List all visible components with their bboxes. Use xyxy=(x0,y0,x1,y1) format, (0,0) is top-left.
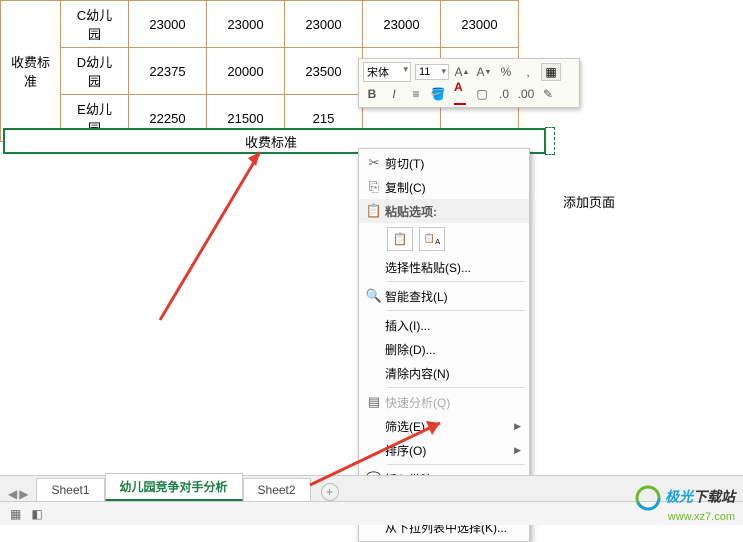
increase-decimal-icon[interactable]: .00 xyxy=(517,85,535,103)
add-page-label[interactable]: 添加页面 xyxy=(563,192,615,211)
chevron-right-icon: ▶ xyxy=(514,421,521,432)
sheet-tabs-bar: ◀ ▶ Sheet1 幼儿园竞争对手分析 Sheet2 + xyxy=(0,475,743,501)
menu-copy[interactable]: ⎘ 复制(C) xyxy=(359,175,529,199)
cell[interactable]: 22375 xyxy=(129,48,207,95)
quick-analysis-icon: ▤ xyxy=(363,393,385,411)
menu-sort[interactable]: 排序(O) ▶ xyxy=(359,438,529,462)
copy-icon: ⎘ xyxy=(363,178,385,196)
cell[interactable]: 23000 xyxy=(363,1,441,48)
format-brush-icon[interactable]: ✎ xyxy=(539,85,557,103)
menu-clear-contents[interactable]: 清除内容(N) xyxy=(359,361,529,385)
paste-options-row: 📋 📋A xyxy=(359,223,529,255)
paste-option-all[interactable]: 📋 xyxy=(387,227,413,251)
menu-paste-special[interactable]: 选择性粘贴(S)... xyxy=(359,255,529,279)
selected-cell-text: 收费标准 xyxy=(245,132,297,151)
sheet-tab-sheet1[interactable]: Sheet1 xyxy=(36,478,104,501)
paste-option-values[interactable]: 📋A xyxy=(419,227,445,251)
logo-icon xyxy=(635,485,661,511)
format-painter-icon[interactable]: ▦ xyxy=(541,63,561,81)
align-icon[interactable]: ≡ xyxy=(407,85,425,103)
status-icon: ▦ xyxy=(10,507,21,521)
marching-ants xyxy=(545,127,555,155)
italic-button[interactable]: I xyxy=(385,85,403,103)
tab-scroll-controls[interactable]: ◀ ▶ xyxy=(0,487,36,501)
fill-color-icon[interactable]: 🪣 xyxy=(429,85,447,103)
chevron-right-icon[interactable]: ▶ xyxy=(19,487,28,501)
annotation-arrow xyxy=(140,140,290,330)
row-name[interactable]: C幼儿园 xyxy=(61,1,129,48)
sheet-tab-sheet2[interactable]: Sheet2 xyxy=(243,478,311,501)
font-color-icon[interactable]: A xyxy=(451,85,469,103)
cell[interactable]: 23500 xyxy=(285,48,363,95)
menu-smart-lookup[interactable]: 🔍 智能查找(L) xyxy=(359,284,529,308)
clipboard-icon: 📋 xyxy=(363,202,385,220)
borders-icon[interactable]: ▢ xyxy=(473,85,491,103)
menu-delete[interactable]: 删除(D)... xyxy=(359,337,529,361)
font-family-select[interactable]: 宋体 xyxy=(363,62,411,82)
chevron-right-icon: ▶ xyxy=(514,445,521,456)
menu-insert[interactable]: 插入(I)... xyxy=(359,313,529,337)
font-size-select[interactable]: 11 xyxy=(415,64,449,80)
menu-separator xyxy=(387,464,525,465)
menu-paste-options-header: 📋 粘贴选项: xyxy=(359,199,529,223)
cell[interactable]: 23000 xyxy=(129,1,207,48)
menu-separator xyxy=(387,281,525,282)
bold-button[interactable]: B xyxy=(363,85,381,103)
cell[interactable]: 20000 xyxy=(207,48,285,95)
cell[interactable]: 23000 xyxy=(441,1,519,48)
status-bar: ▦ ◧ xyxy=(0,501,743,525)
mini-toolbar: 宋体 11 A▲ A▼ % , ▦ B I ≡ 🪣 A ▢ .0 .00 ✎ xyxy=(358,58,580,108)
search-icon: 🔍 xyxy=(363,287,385,305)
comma-style-icon[interactable]: , xyxy=(519,63,537,81)
add-sheet-button[interactable]: + xyxy=(321,483,339,501)
percent-button[interactable]: % xyxy=(497,63,515,81)
decrease-decimal-icon[interactable]: .0 xyxy=(495,85,513,103)
row-group-header[interactable]: 收费标准 xyxy=(1,1,61,142)
decrease-font-icon[interactable]: A▼ xyxy=(475,63,493,81)
menu-cut[interactable]: ✂ 剪切(T) xyxy=(359,151,529,175)
watermark: 极光下载站 www.xz7.com xyxy=(635,485,735,523)
cell[interactable]: 23000 xyxy=(285,1,363,48)
cell[interactable]: 23000 xyxy=(207,1,285,48)
sheet-tab-active[interactable]: 幼儿园竞争对手分析 xyxy=(105,473,243,501)
chevron-left-icon[interactable]: ◀ xyxy=(8,487,17,501)
menu-quick-analysis: ▤ 快速分析(Q) xyxy=(359,390,529,414)
menu-filter[interactable]: 筛选(E) ▶ xyxy=(359,414,529,438)
increase-font-icon[interactable]: A▲ xyxy=(453,63,471,81)
menu-separator xyxy=(387,310,525,311)
status-icon: ◧ xyxy=(31,507,42,521)
scissors-icon: ✂ xyxy=(363,154,385,172)
row-name[interactable]: D幼儿园 xyxy=(61,48,129,95)
menu-separator xyxy=(387,387,525,388)
